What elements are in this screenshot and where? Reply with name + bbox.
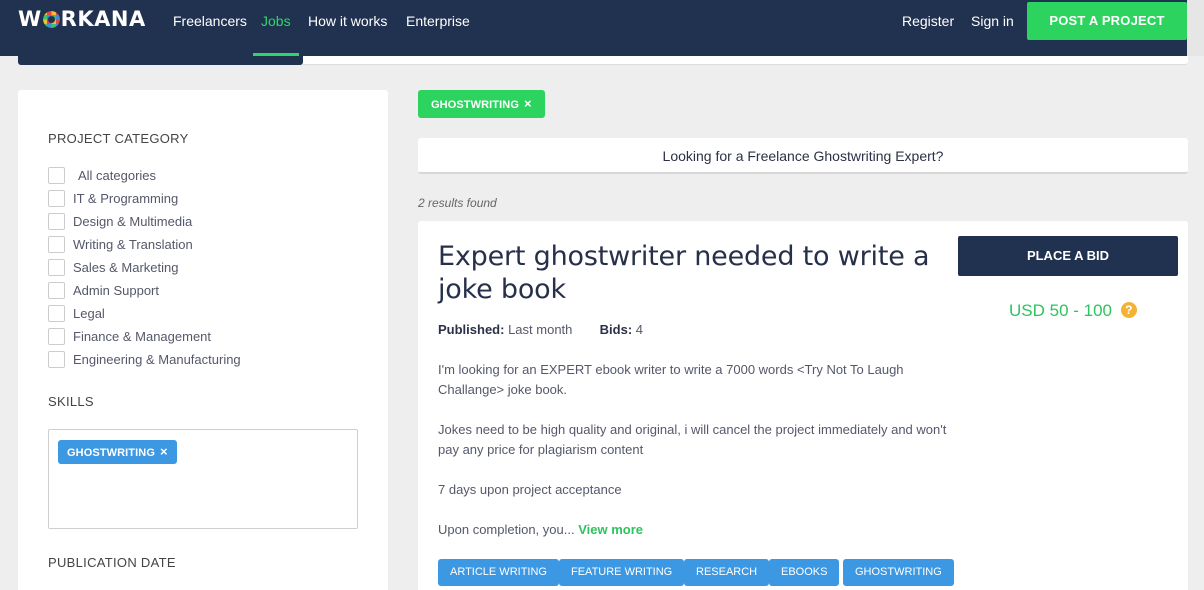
description-paragraph: Jokes need to be high quality and origin… bbox=[438, 422, 947, 457]
project-title[interactable]: Expert ghostwriter needed to write a jok… bbox=[438, 240, 948, 306]
view-more-link[interactable]: View more bbox=[578, 522, 643, 537]
checkbox[interactable] bbox=[48, 351, 65, 368]
post-a-project-button[interactable]: POST A PROJECT bbox=[1027, 2, 1187, 40]
category-label: All categories bbox=[78, 168, 157, 183]
checkbox[interactable] bbox=[48, 167, 65, 184]
category-label: Engineering & Manufacturing bbox=[73, 352, 241, 367]
results-count: 2 results found bbox=[418, 196, 497, 210]
remove-icon[interactable]: × bbox=[524, 96, 532, 111]
budget-value: USD 50 - 100 bbox=[1009, 301, 1112, 320]
skill-chip-label: GHOSTWRITING bbox=[67, 447, 155, 459]
logo-o-icon bbox=[42, 11, 60, 28]
project-category-heading: PROJECT CATEGORY bbox=[48, 131, 189, 146]
nav-how-it-works[interactable]: How it works bbox=[308, 13, 387, 29]
published-value: Last month bbox=[508, 322, 573, 337]
nav-freelancers[interactable]: Freelancers bbox=[173, 13, 247, 29]
checkbox[interactable] bbox=[48, 328, 65, 345]
top-navigation-bar: W RKANA Freelancers Jobs How it works Ent… bbox=[0, 0, 1204, 56]
budget: USD 50 - 100 ? bbox=[1009, 301, 1137, 321]
checkbox[interactable] bbox=[48, 305, 65, 322]
nav-enterprise[interactable]: Enterprise bbox=[406, 13, 470, 29]
description-paragraph: 7 days upon project acceptance bbox=[438, 482, 622, 497]
description-paragraph-truncated: Upon completion, you... View more bbox=[438, 520, 948, 540]
bids-label: Bids: bbox=[599, 322, 633, 337]
category-label: Writing & Translation bbox=[73, 237, 193, 252]
truncated-text: Upon completion, you... bbox=[438, 522, 575, 537]
skills-input[interactable]: GHOSTWRITING × bbox=[48, 429, 358, 529]
nav-jobs[interactable]: Jobs bbox=[261, 13, 291, 29]
skill-chip[interactable]: GHOSTWRITING × bbox=[58, 440, 177, 464]
skill-tag-ebooks[interactable]: EBOOKS bbox=[769, 559, 840, 586]
skill-tag-article-writing[interactable]: ARTICLE WRITING bbox=[438, 559, 559, 586]
checkbox[interactable] bbox=[48, 236, 65, 253]
skill-tag-ghostwriting[interactable]: GHOSTWRITING bbox=[843, 559, 954, 586]
checkbox[interactable] bbox=[48, 213, 65, 230]
workana-logo[interactable]: W RKANA bbox=[18, 7, 146, 31]
category-label: Design & Multimedia bbox=[73, 214, 193, 229]
bids-value: 4 bbox=[635, 322, 644, 337]
help-icon[interactable]: ? bbox=[1120, 302, 1137, 318]
checkbox[interactable] bbox=[48, 259, 65, 276]
sign-in-link[interactable]: Sign in bbox=[971, 13, 1014, 29]
filter-chip-label: GHOSTWRITING bbox=[431, 99, 519, 111]
published-label: Published: bbox=[438, 322, 505, 337]
project-meta: Published: Last month Bids: 4 bbox=[438, 322, 643, 337]
checkbox[interactable] bbox=[48, 190, 65, 207]
skill-tag-feature-writing[interactable]: FEATURE WRITING bbox=[559, 559, 685, 586]
publication-date-heading: PUBLICATION DATE bbox=[48, 555, 176, 570]
category-label: Sales & Marketing bbox=[73, 260, 179, 275]
category-label: IT & Programming bbox=[73, 191, 179, 206]
category-label: Finance & Management bbox=[73, 329, 212, 344]
remove-icon[interactable]: × bbox=[160, 444, 168, 459]
active-filter-chip[interactable]: GHOSTWRITING × bbox=[418, 90, 545, 118]
category-label: Admin Support bbox=[73, 283, 159, 298]
category-label: Legal bbox=[73, 306, 105, 321]
hire-expert-banner[interactable]: Looking for a Freelance Ghostwriting Exp… bbox=[418, 138, 1188, 174]
register-link[interactable]: Register bbox=[902, 13, 954, 29]
place-a-bid-button[interactable]: PLACE A BID bbox=[958, 236, 1178, 276]
search-category-dropdown[interactable] bbox=[18, 56, 303, 65]
skills-heading: SKILLS bbox=[48, 394, 94, 409]
skill-tag-research[interactable]: RESEARCH bbox=[684, 559, 770, 586]
description-paragraph: I'm looking for an EXPERT ebook writer t… bbox=[438, 362, 904, 397]
search-input[interactable] bbox=[303, 56, 1188, 65]
scrollbar-track[interactable] bbox=[1187, 0, 1204, 56]
checkbox[interactable] bbox=[48, 282, 65, 299]
